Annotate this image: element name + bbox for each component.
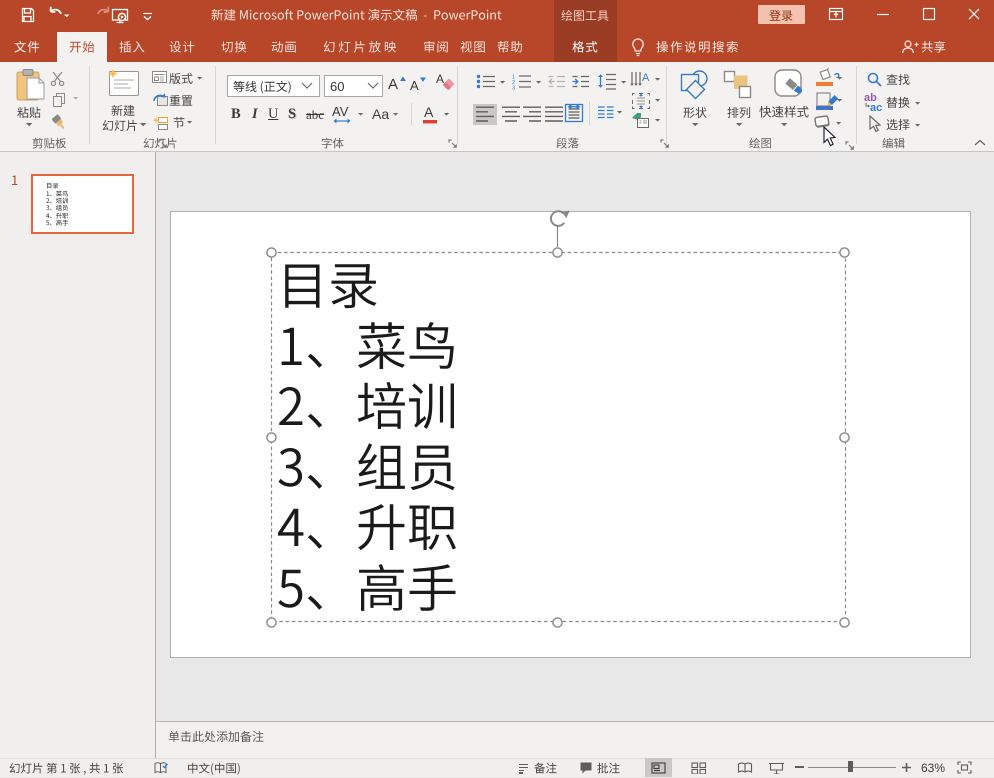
svg-text:3: 3 bbox=[512, 86, 515, 92]
svg-text:ac: ac bbox=[870, 102, 882, 112]
svg-text:A: A bbox=[424, 104, 434, 120]
svg-text:A: A bbox=[642, 72, 650, 84]
svg-text:A: A bbox=[436, 72, 444, 86]
svg-text:AV: AV bbox=[332, 104, 349, 119]
